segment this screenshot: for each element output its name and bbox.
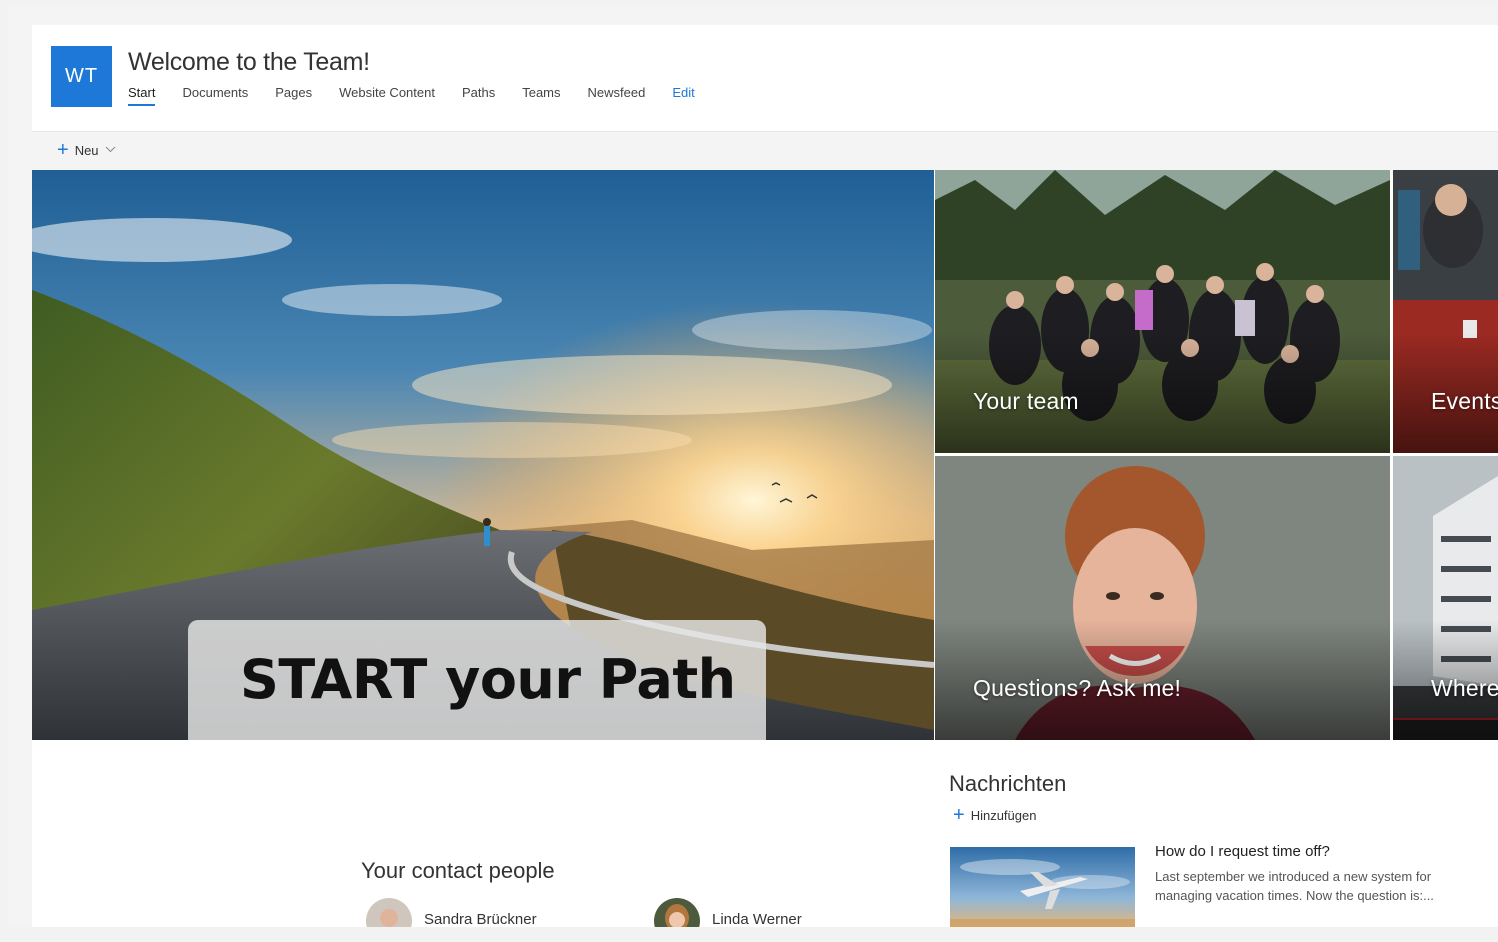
- contact-name: Sandra Brückner: [424, 910, 537, 928]
- news-add-button[interactable]: + Hinzufügen: [953, 804, 1037, 826]
- nav-item-start[interactable]: Start: [128, 85, 156, 106]
- command-bar: + Neu: [32, 132, 1498, 170]
- airplane-image: [950, 847, 1135, 927]
- nav-item-pages[interactable]: Pages: [275, 85, 312, 106]
- nav-item-paths[interactable]: Paths: [462, 85, 495, 106]
- new-button-label: Neu: [74, 142, 99, 158]
- news-headline[interactable]: How do I request time off?: [1155, 843, 1330, 860]
- site-logo[interactable]: WT: [51, 46, 112, 107]
- top-nav: Start Documents Pages Website Content Pa…: [128, 85, 722, 106]
- nav-item-teams[interactable]: Teams: [522, 85, 560, 106]
- tile-label-your-team: Your team: [973, 388, 1079, 414]
- tile-label-where: Where: [1431, 675, 1498, 701]
- site-header: WT Welcome to the Team! Start Documents …: [32, 25, 1498, 132]
- hero-heading: START your Path: [240, 648, 736, 711]
- page-frame: WT Welcome to the Team! Start Documents …: [8, 5, 1498, 927]
- left-gutter: [8, 5, 32, 927]
- news-section-title: Nachrichten: [949, 771, 1067, 796]
- plus-icon: +: [57, 139, 69, 161]
- chevron-down-icon: [105, 144, 116, 156]
- nav-item-newsfeed[interactable]: Newsfeed: [588, 85, 646, 106]
- avatar: [366, 898, 412, 927]
- tile-events[interactable]: Events: [1393, 170, 1498, 453]
- news-thumbnail[interactable]: [950, 847, 1135, 927]
- site-title[interactable]: Welcome to the Team!: [128, 48, 370, 77]
- tile-label-events: Events: [1431, 388, 1498, 414]
- tile-questions[interactable]: Questions? Ask me!: [935, 456, 1390, 740]
- nav-edit-link[interactable]: Edit: [672, 85, 694, 106]
- nav-item-documents[interactable]: Documents: [182, 85, 248, 106]
- plus-icon: +: [953, 804, 965, 826]
- hero-start-path-tile[interactable]: START your Path: [32, 170, 934, 740]
- nav-item-website-content[interactable]: Website Content: [339, 85, 435, 106]
- tile-label-questions: Questions? Ask me!: [973, 675, 1182, 701]
- tile-your-team[interactable]: Your team: [935, 170, 1390, 453]
- news-add-label: Hinzufügen: [970, 807, 1037, 823]
- contact-card[interactable]: Sandra Brückner: [366, 898, 537, 927]
- avatar: [654, 898, 700, 927]
- contacts-section-title: Your contact people: [361, 858, 555, 883]
- top-strip: [8, 5, 1498, 25]
- news-excerpt: Last september we introduced a new syste…: [1155, 869, 1434, 903]
- new-button[interactable]: + Neu: [57, 139, 116, 161]
- contact-card[interactable]: Linda Werner: [654, 898, 802, 927]
- contact-name: Linda Werner: [712, 910, 802, 928]
- tile-where[interactable]: Where: [1393, 456, 1498, 740]
- hero-overlay-card: START your Path: [188, 620, 766, 740]
